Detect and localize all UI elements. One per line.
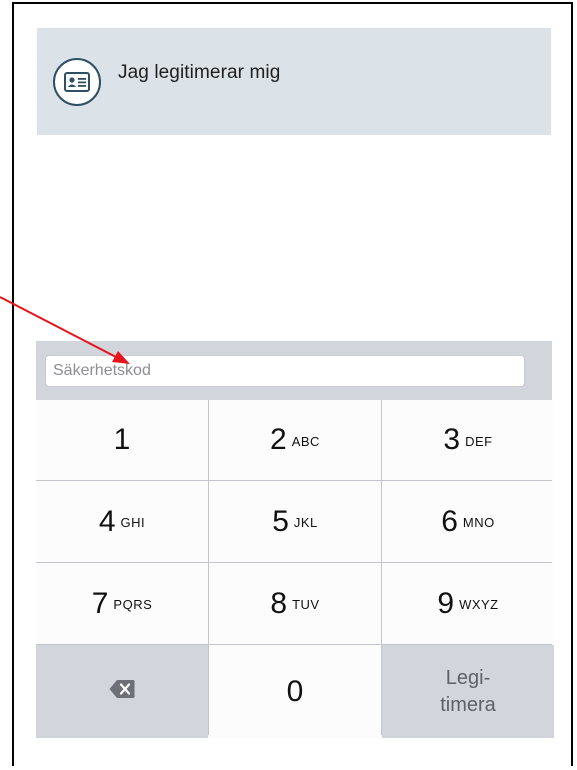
numeric-keypad: 1 2 ABC 3 DEF 4 GHI 5 JKL 6 MNO 7 PQRS 8… — [36, 341, 554, 738]
key-9[interactable]: 9 WXYZ — [382, 563, 554, 644]
key-digit: 2 — [270, 423, 287, 456]
key-5[interactable]: 5 JKL — [209, 481, 381, 562]
key-digit: 3 — [443, 423, 461, 456]
identify-banner[interactable]: Jag legitimerar mig — [37, 28, 551, 135]
security-code-input[interactable] — [45, 355, 525, 387]
legitimera-label: Legi- timera — [433, 665, 503, 719]
legitimera-label-line1: Legi- — [445, 666, 491, 689]
key-digit: 5 — [272, 504, 289, 538]
key-6[interactable]: 6 MNO — [382, 481, 554, 562]
key-digit: 6 — [441, 504, 458, 538]
key-digit: 9 — [437, 586, 455, 620]
key-letters: PQRS — [113, 597, 153, 612]
key-letters: GHI — [120, 515, 146, 530]
key-0[interactable]: 0 — [209, 645, 381, 738]
key-digit: 4 — [98, 504, 116, 538]
key-letters: JKL — [293, 515, 318, 530]
key-letters: TUV — [292, 597, 320, 612]
key-letters: WXYZ — [459, 597, 499, 612]
key-3[interactable]: 3 DEF — [382, 400, 554, 480]
key-letters: ABC — [291, 433, 320, 449]
key-digit: 1 — [113, 423, 131, 456]
key-2[interactable]: 2 ABC — [209, 400, 381, 480]
key-digit: 0 — [286, 674, 304, 708]
backspace-key[interactable] — [36, 645, 208, 738]
key-digit: 8 — [270, 586, 288, 620]
key-letters: MNO — [462, 515, 495, 530]
key-1[interactable]: 1 — [36, 400, 208, 480]
backspace-icon — [109, 679, 135, 704]
keypad-grid: 1 2 ABC 3 DEF 4 GHI 5 JKL 6 MNO 7 PQRS 8… — [36, 400, 554, 738]
key-letters: DEF — [465, 433, 493, 449]
key-4[interactable]: 4 GHI — [36, 481, 208, 562]
legitimera-label-line2: timera — [440, 693, 496, 716]
key-7[interactable]: 7 PQRS — [36, 563, 208, 644]
legitimera-key[interactable]: Legi- timera — [382, 645, 554, 738]
key-8[interactable]: 8 TUV — [209, 563, 381, 644]
id-card-icon — [53, 58, 101, 106]
key-digit: 7 — [91, 586, 109, 620]
banner-title: Jag legitimerar mig — [118, 62, 281, 83]
